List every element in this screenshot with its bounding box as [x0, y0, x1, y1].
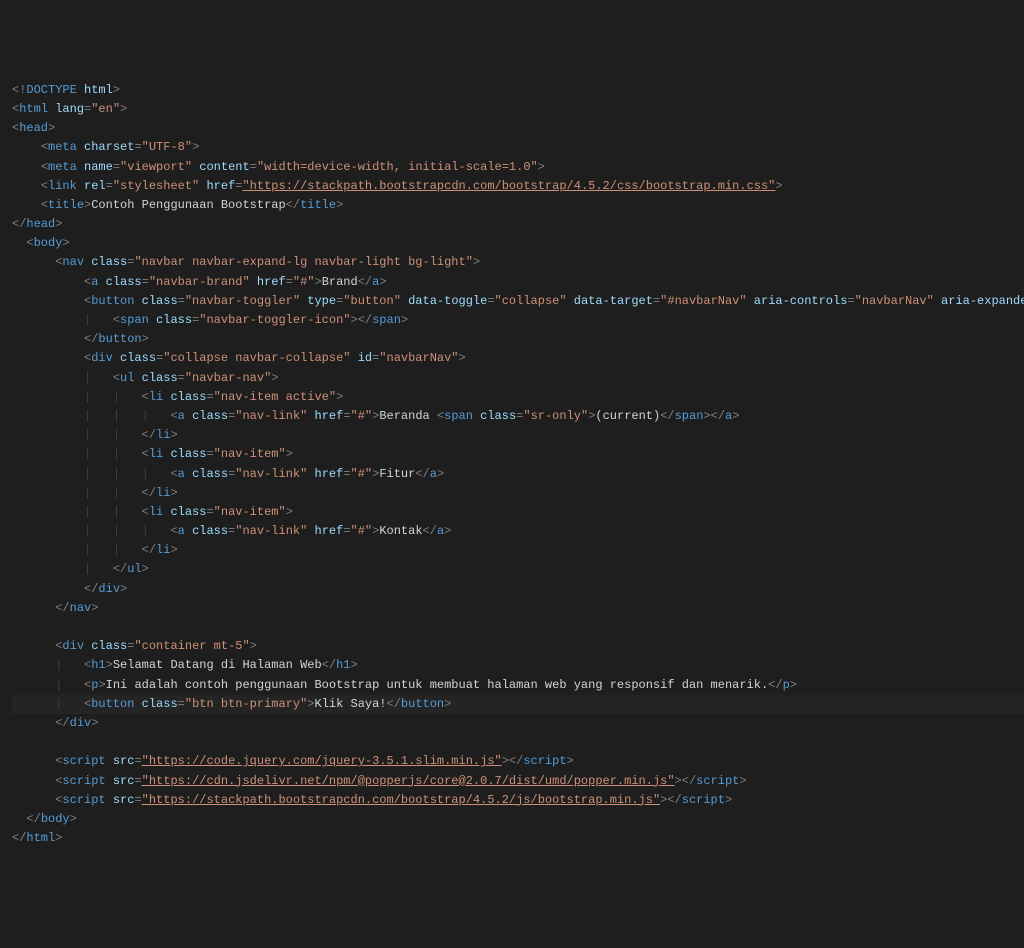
code-line: <head> [12, 119, 1024, 138]
code-line: | | | <a class="nav-link" href="#">Beran… [12, 407, 1024, 426]
code-line: | <button class="btn btn-primary">Klik S… [12, 695, 1024, 714]
code-line: | <p>Ini adalah contoh penggunaan Bootst… [12, 676, 1024, 695]
code-line: <meta charset="UTF-8"> [12, 138, 1024, 157]
code-line: <title>Contoh Penggunaan Bootstrap</titl… [12, 196, 1024, 215]
code-line [12, 733, 1024, 752]
code-line: | | </li> [12, 484, 1024, 503]
code-line: </html> [12, 829, 1024, 848]
code-line: <script src="https://stackpath.bootstrap… [12, 791, 1024, 810]
code-line: <nav class="navbar navbar-expand-lg navb… [12, 253, 1024, 272]
code-line: | </ul> [12, 560, 1024, 579]
code-line: </div> [12, 714, 1024, 733]
code-line: <div class="container mt-5"> [12, 637, 1024, 656]
code-line: | <span class="navbar-toggler-icon"></sp… [12, 311, 1024, 330]
code-line: <link rel="stylesheet" href="https://sta… [12, 177, 1024, 196]
code-line: <div class="collapse navbar-collapse" id… [12, 349, 1024, 368]
code-editor[interactable]: <!DOCTYPE html><html lang="en"><head> <m… [12, 81, 1024, 849]
code-line: </head> [12, 215, 1024, 234]
code-line: | | </li> [12, 426, 1024, 445]
code-line: </nav> [12, 599, 1024, 618]
code-line: <body> [12, 234, 1024, 253]
code-line: | | </li> [12, 541, 1024, 560]
code-line: <a class="navbar-brand" href="#">Brand</… [12, 273, 1024, 292]
code-line: </div> [12, 580, 1024, 599]
code-line: <script src="https://code.jquery.com/jqu… [12, 752, 1024, 771]
code-line: </button> [12, 330, 1024, 349]
code-line: | | <li class="nav-item active"> [12, 388, 1024, 407]
code-line [12, 618, 1024, 637]
code-line: <meta name="viewport" content="width=dev… [12, 158, 1024, 177]
code-line: <script src="https://cdn.jsdelivr.net/np… [12, 772, 1024, 791]
code-line: <html lang="en"> [12, 100, 1024, 119]
code-line: <button class="navbar-toggler" type="but… [12, 292, 1024, 311]
code-line: | | | <a class="nav-link" href="#">Fitur… [12, 465, 1024, 484]
code-line: | | <li class="nav-item"> [12, 503, 1024, 522]
code-line: | | <li class="nav-item"> [12, 445, 1024, 464]
code-line: | <ul class="navbar-nav"> [12, 369, 1024, 388]
code-line: <!DOCTYPE html> [12, 81, 1024, 100]
code-line: </body> [12, 810, 1024, 829]
code-line: | <h1>Selamat Datang di Halaman Web</h1> [12, 656, 1024, 675]
